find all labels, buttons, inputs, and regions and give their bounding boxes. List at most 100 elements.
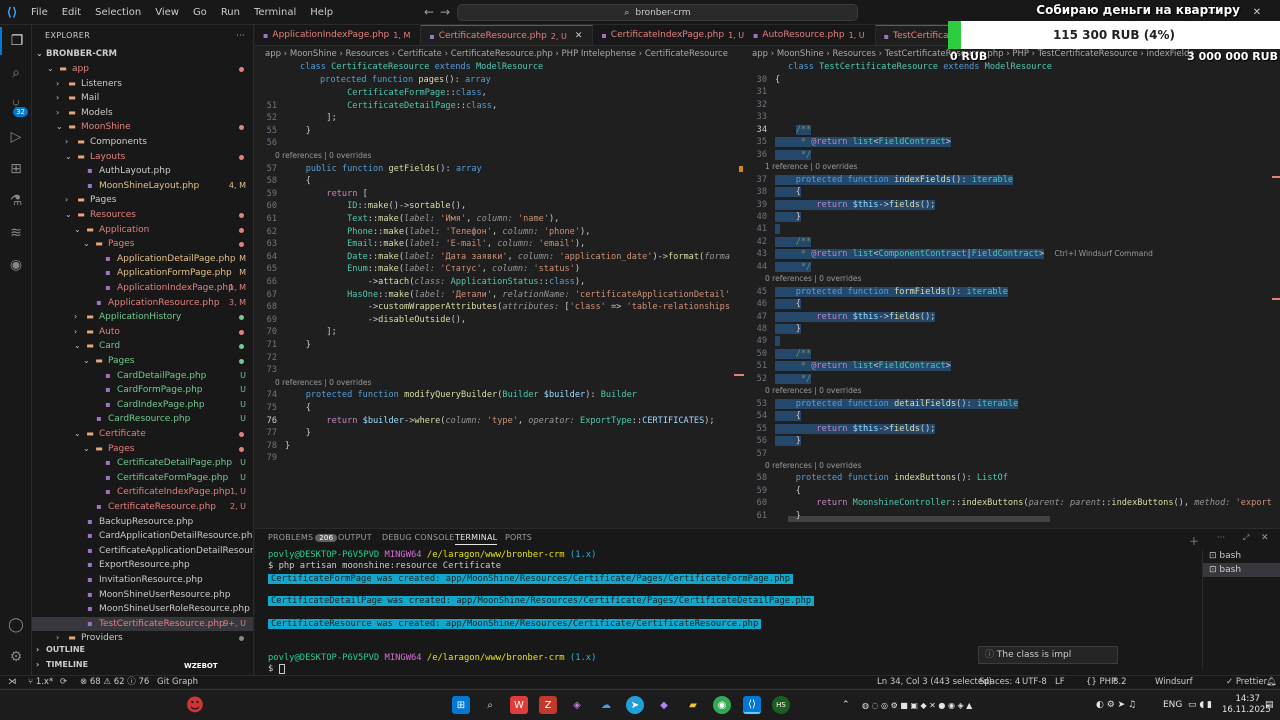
breadcrumb-item[interactable]: app <box>752 49 768 59</box>
folder-item[interactable]: ⌄ ▬ Pages <box>32 442 253 457</box>
app-cloud-icon[interactable]: ☁ <box>597 696 615 714</box>
file-item[interactable]: ▪ ApplicationIndexPage.php 1, M <box>32 281 253 296</box>
breadcrumb-item[interactable]: CertificateResource <box>645 49 728 59</box>
editor-tab[interactable]: ▪ AutoResource.php 1, U <box>745 25 876 45</box>
editor-tab[interactable]: ▪ CertificateResource.php 2, U ✕ <box>421 25 594 45</box>
folder-item[interactable]: › ▬ ApplicationHistory <box>32 310 253 325</box>
breadcrumb-item[interactable]: MoonShine <box>290 49 337 59</box>
gear-icon[interactable]: ⚙ <box>0 643 32 671</box>
extensions-icon[interactable]: ⊞ <box>0 155 32 183</box>
file-item[interactable]: ▪ MoonShineUserResource.php <box>32 588 253 603</box>
folder-item[interactable]: ⌄ ▬ Application <box>32 223 253 238</box>
bell-icon[interactable]: 🔔︎ <box>1266 676 1277 689</box>
file-item[interactable]: ▪ CertificateResource.php 2, U <box>32 500 253 515</box>
tray-icons[interactable]: ◍ ◌ ◎ ⚙ ■ ▣ ◆ ✕ ● ◉ ◈ ▲ <box>862 690 972 720</box>
filezilla-icon[interactable]: Z <box>539 696 557 714</box>
file-item[interactable]: ▪ CertificateApplicationDetailResource.ph… <box>32 544 253 559</box>
run-debug-icon[interactable]: ▷ <box>0 123 32 151</box>
breadcrumb-item[interactable]: Certificate <box>398 49 442 59</box>
remote-icon[interactable]: ≋ <box>0 219 32 247</box>
file-item[interactable]: ▪ BackupResource.php <box>32 515 253 530</box>
encoding[interactable]: UTF-8 <box>1022 676 1047 689</box>
file-item[interactable]: ▪ ApplicationFormPage.php M <box>32 266 253 281</box>
tab-output[interactable]: OUTPUT <box>338 533 372 542</box>
file-item[interactable]: ▪ ApplicationResource.php 3, M <box>32 296 253 311</box>
folder-item[interactable]: ⌄ ▬ app <box>32 62 253 77</box>
file-item[interactable]: ▪ TestCertificateResource.php 9+, U <box>32 616 253 632</box>
terminal-item[interactable]: ⊡ bash <box>1203 549 1280 563</box>
windows-start-icon[interactable]: ⊞ <box>452 696 470 714</box>
tray-overflow-icon[interactable]: ⌃ <box>842 690 850 720</box>
left-editor[interactable]: class CertificateResource extends ModelR… <box>255 61 745 523</box>
tab-terminal[interactable]: TERMINAL <box>455 533 498 545</box>
account-icon[interactable]: ◯ <box>0 611 32 639</box>
file-item[interactable]: ▪ CertificateFormPage.php U <box>32 471 253 486</box>
end-of-line[interactable]: LF <box>1055 676 1065 689</box>
menu-help[interactable]: Help <box>303 0 340 25</box>
breadcrumb-item[interactable]: Resources <box>346 49 389 59</box>
folder-item[interactable]: ⌄ ▬ Resources <box>32 208 253 223</box>
folder-item[interactable]: ⌄ ▬ Pages <box>32 237 253 252</box>
folder-item[interactable]: › ▬ Components <box>32 135 253 150</box>
windsurf-status[interactable]: Windsurf <box>1155 676 1193 689</box>
menu-run[interactable]: Run <box>214 0 247 25</box>
breadcrumb-item[interactable]: Resources <box>833 49 876 59</box>
file-item[interactable]: ▪ MoonShineUserRoleResource.php <box>32 602 253 617</box>
file-item[interactable]: ▪ CertificateIndexPage.php 1, U <box>32 485 253 500</box>
app-w-icon[interactable]: W <box>510 696 528 714</box>
clock[interactable]: 14:37 16.11.2025 <box>1222 694 1271 716</box>
file-item[interactable]: ▪ CardResource.php U <box>32 412 253 427</box>
project-root[interactable]: ⌄ BRONBER-CRM <box>32 47 253 62</box>
keyboard-language[interactable]: ENG <box>1163 690 1182 720</box>
source-control-icon[interactable]: ⑂ 32 <box>0 91 32 119</box>
left-breadcrumb[interactable]: app › MoonShine › Resources › Certificat… <box>265 47 743 61</box>
codelens[interactable]: 0 references | 0 overrides <box>275 150 371 163</box>
file-item[interactable]: ▪ CardDetailPage.php U <box>32 369 253 384</box>
php-version[interactable]: 8.2 <box>1113 676 1127 689</box>
menu-view[interactable]: View <box>148 0 186 25</box>
timeline-section[interactable]: › TIMELINE <box>32 658 253 673</box>
file-item[interactable]: ▪ CardApplicationDetailResource.php <box>32 529 253 544</box>
notification-toast[interactable]: ⓘ The class is impl <box>978 646 1118 664</box>
folder-item[interactable]: ⌄ ▬ Pages <box>32 354 253 369</box>
maximize-panel-icon[interactable]: ⤢ <box>1243 533 1250 543</box>
folder-item[interactable]: › ▬ Auto <box>32 325 253 340</box>
menu-go[interactable]: Go <box>186 0 214 25</box>
language-mode[interactable]: {} PHP <box>1086 676 1116 689</box>
more-actions-icon[interactable]: ··· <box>236 25 245 47</box>
folder-item[interactable]: › ▬ Mail <box>32 91 253 106</box>
command-center-search[interactable]: ⌕ bronber-crm <box>457 4 858 21</box>
search-icon[interactable]: ⌕ <box>481 696 499 714</box>
menu-terminal[interactable]: Terminal <box>247 0 303 25</box>
outline-section[interactable]: › OUTLINE <box>32 643 253 658</box>
codelens[interactable]: 0 references | 0 overrides <box>765 273 861 286</box>
app-violet-icon[interactable]: ◆ <box>655 696 673 714</box>
remote-indicator-icon[interactable]: ⋊ <box>8 676 17 689</box>
telegram-icon[interactable]: ➤ <box>626 696 644 714</box>
explorer-icon[interactable]: ❐ <box>0 27 32 55</box>
editor-tab[interactable]: ▪ CertificateIndexPage.php 1, U <box>593 25 745 45</box>
codelens[interactable]: 1 reference | 0 overrides <box>765 161 857 174</box>
breadcrumb-item[interactable]: app <box>265 49 281 59</box>
folder-item[interactable]: ⌄ ▬ Card <box>32 339 253 354</box>
tab-ports[interactable]: PORTS <box>505 533 532 542</box>
terminal-more-icon[interactable]: ··· <box>1217 533 1225 542</box>
new-terminal-icon[interactable]: ＋ <box>1189 533 1199 548</box>
horizontal-scrollbar[interactable] <box>788 516 1050 522</box>
chrome-icon[interactable]: ◉ <box>713 696 731 714</box>
network-volume-icons[interactable]: ▭ ◖ ▮ <box>1188 690 1212 720</box>
menu-selection[interactable]: Selection <box>88 0 148 25</box>
terminal-item[interactable]: ⊡ bash <box>1203 563 1280 577</box>
app-purple-icon[interactable]: ◈ <box>568 696 586 714</box>
breadcrumb-item[interactable]: PHP Intelephense <box>562 49 636 59</box>
file-item[interactable]: ▪ CardFormPage.php U <box>32 383 253 398</box>
right-editor[interactable]: class TestCertificateResource extends Mo… <box>745 61 1280 523</box>
file-item[interactable]: ▪ AuthLayout.php <box>32 164 253 179</box>
forward-arrow-icon[interactable]: → <box>434 5 456 19</box>
close-panel-icon[interactable]: ✕ <box>1261 533 1269 543</box>
file-explorer-icon[interactable]: ▰ <box>684 696 702 714</box>
cursor-position[interactable]: Ln 34, Col 3 (443 selected) <box>877 676 992 689</box>
file-item[interactable]: ▪ InvitationResource.php <box>32 573 253 588</box>
search-icon[interactable]: ⌕ <box>0 59 32 87</box>
file-item[interactable]: ▪ MoonShineLayout.php 4, M <box>32 179 253 194</box>
